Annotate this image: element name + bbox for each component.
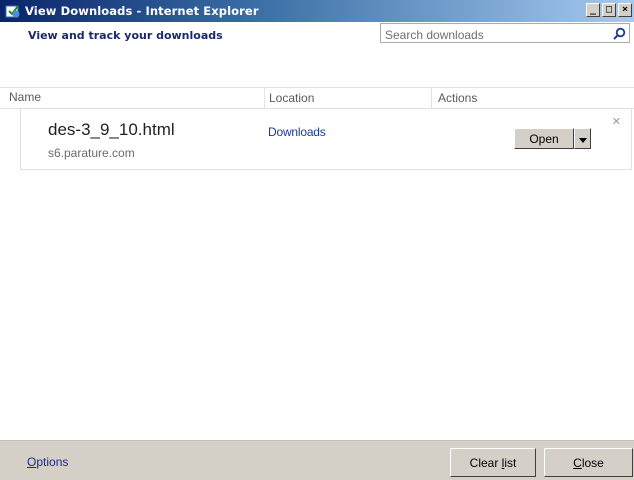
clear-list-label: Clear list bbox=[469, 455, 517, 470]
search-icon[interactable] bbox=[612, 26, 626, 40]
open-dropdown-button[interactable] bbox=[574, 128, 591, 149]
page-title: View and track your downloads bbox=[28, 29, 223, 42]
close-window-button[interactable]: × bbox=[618, 3, 632, 17]
open-split-button: Open bbox=[514, 128, 591, 149]
open-button[interactable]: Open bbox=[514, 128, 574, 149]
clear-list-button[interactable]: Clear list bbox=[450, 448, 536, 477]
column-header-name[interactable]: Name bbox=[9, 90, 41, 106]
title-bar: View Downloads - Internet Explorer _ □ × bbox=[0, 0, 634, 22]
chevron-down-icon bbox=[578, 129, 587, 148]
options-link[interactable]: Options bbox=[27, 455, 68, 469]
download-item: des-3_9_10.html s6.parature.com Download… bbox=[20, 108, 632, 170]
column-headers: Name Location Actions bbox=[0, 87, 634, 109]
minimize-button[interactable]: _ bbox=[586, 3, 600, 17]
file-name: des-3_9_10.html bbox=[48, 120, 175, 139]
window-title: View Downloads - Internet Explorer bbox=[25, 4, 259, 18]
search-input[interactable] bbox=[381, 26, 605, 44]
close-button[interactable]: Close bbox=[544, 448, 633, 477]
column-header-actions: Actions bbox=[431, 88, 477, 108]
dismiss-icon[interactable]: ✕ bbox=[612, 115, 621, 128]
maximize-button[interactable]: □ bbox=[602, 3, 616, 17]
file-source: s6.parature.com bbox=[48, 146, 135, 160]
file-location-link[interactable]: Downloads bbox=[268, 125, 326, 139]
column-header-location[interactable]: Location bbox=[264, 88, 314, 108]
search-box[interactable] bbox=[380, 23, 630, 44]
internet-explorer-icon bbox=[5, 3, 21, 19]
close-label: Close bbox=[573, 455, 604, 470]
footer: Options Clear list Close bbox=[0, 440, 634, 480]
